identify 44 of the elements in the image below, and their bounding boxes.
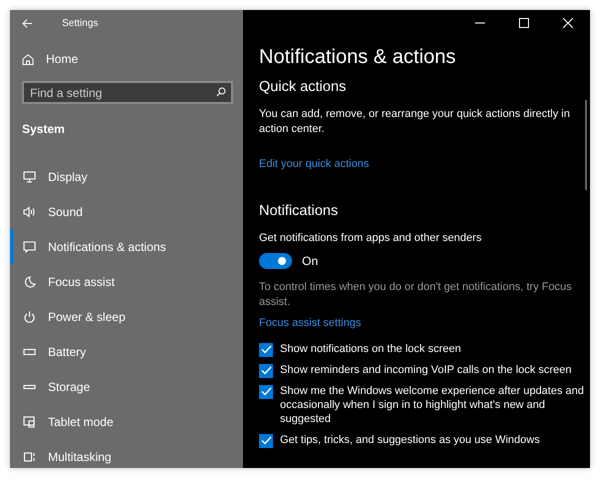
search-field[interactable]: Find a setting: [22, 81, 233, 104]
sidebar-item[interactable]: Sound: [10, 194, 243, 229]
hint-text: To control times when you do or don't get notifications, try Focus assist.: [259, 280, 573, 310]
moon-icon: [23, 276, 36, 288]
back-icon[interactable]: [22, 19, 32, 28]
checkbox-label: Show notifications on the lock screen: [280, 342, 461, 356]
section-heading: System: [21, 121, 66, 138]
scrollbar[interactable]: [585, 100, 587, 190]
section-heading: Notifications: [259, 203, 339, 220]
checkbox-label: Show me the Windows welcome experience after updates and occasionally when I sign in to highlight what's new and suggested: [280, 384, 585, 427]
checkbox[interactable]: [259, 364, 273, 378]
toggle-label: Get notifications from apps and other senders: [259, 231, 483, 246]
sidebar-item[interactable]: Power & sleep: [10, 299, 243, 334]
checkbox[interactable]: [259, 342, 273, 357]
checkbox-label: Get tips, tricks, and suggestions as you use Windows: [280, 432, 540, 447]
search-icon[interactable]: [216, 87, 226, 97]
focus-assist-link[interactable]: Focus assist settings: [259, 316, 362, 329]
minimize-icon[interactable]: [475, 22, 485, 24]
page-title: Notifications & actions: [259, 45, 457, 69]
description-text: You can add, remove, or rearrange your quick actions directly in action center.: [259, 107, 571, 138]
tablet-icon: [23, 416, 36, 428]
sidebar-item[interactable]: Focus assist: [10, 264, 243, 299]
multitasking-icon: [23, 450, 36, 462]
toggle-switch[interactable]: [259, 252, 292, 269]
sidebar-item[interactable]: Tablet mode: [10, 404, 243, 439]
display-icon: [23, 170, 36, 182]
power-icon: [23, 310, 36, 322]
section-heading: Quick actions: [259, 79, 348, 96]
close-icon[interactable]: [563, 18, 573, 28]
home-icon[interactable]: [22, 54, 34, 64]
sidebar-item[interactable]: Storage: [10, 369, 243, 404]
checkbox[interactable]: [259, 384, 273, 399]
sidebar-item[interactable]: Display: [10, 159, 243, 194]
home-link[interactable]: Home: [46, 50, 78, 68]
checkbox-label: Show reminders and incoming VoIP calls on the lock screen: [280, 362, 572, 377]
edit-link[interactable]: Edit your quick actions: [259, 158, 370, 170]
sidebar-item[interactable]: Battery: [10, 334, 243, 369]
window-title: Settings: [62, 17, 98, 31]
message-icon: [23, 240, 36, 252]
sidebar-item[interactable]: Multitasking: [10, 439, 243, 468]
speaker-icon: [23, 206, 36, 218]
maximize-icon[interactable]: [519, 18, 529, 28]
toggle-state: On: [302, 252, 318, 270]
checkbox[interactable]: [259, 434, 273, 448]
